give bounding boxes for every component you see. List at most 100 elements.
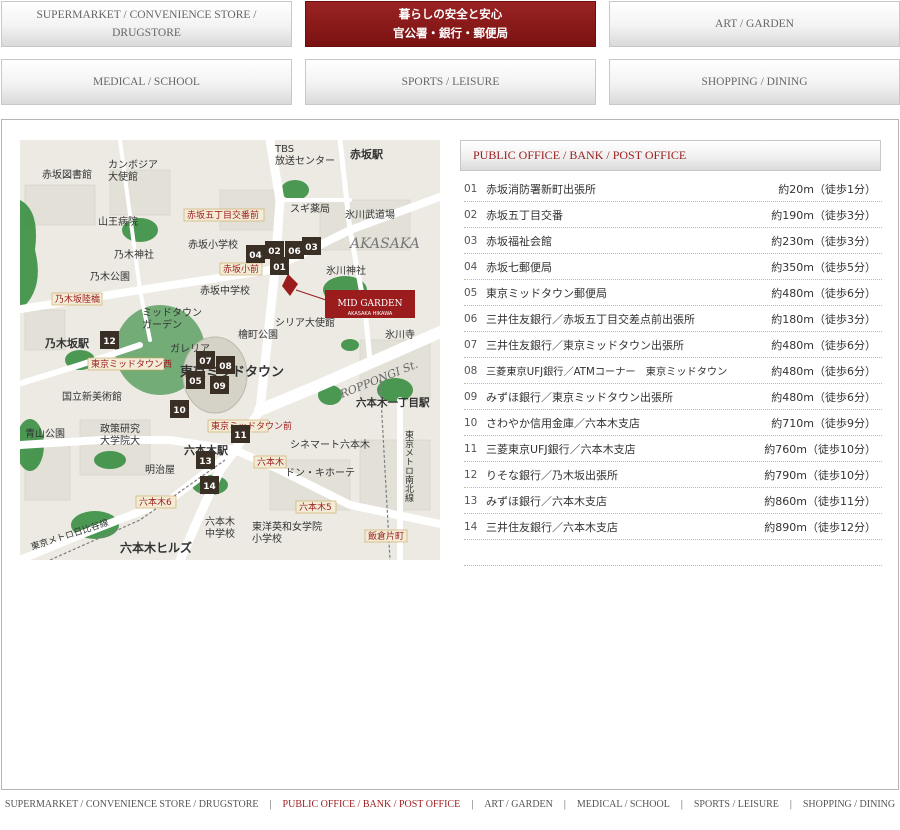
svg-text:12: 12 [103, 337, 116, 347]
label-midtown-garden-2: ガーデン [142, 318, 182, 331]
label-akasaka-en: AKASAKA [348, 236, 420, 252]
sign-roppongi: 六本木 [257, 456, 284, 468]
svg-text:13: 13 [199, 457, 212, 467]
tab-sports-leisure[interactable]: SPORTS / LEISURE [305, 59, 596, 105]
sign-nogizaka-rikkyo: 乃木坂陸橋 [55, 293, 100, 305]
item-distance: 約860m（徒歩11分） [764, 494, 876, 508]
item-name: さわやか信用金庫／六本木支店 [486, 416, 640, 430]
label-hikawa-shrine: 氷川神社 [326, 264, 366, 277]
sign-akasaka-elem-mae: 赤坂小前 [223, 263, 259, 275]
sign-roppongi5: 六本木5 [299, 501, 332, 513]
svg-text:10: 10 [173, 406, 186, 416]
label-tbs-2: 放送センター [275, 154, 335, 167]
svg-text:06: 06 [288, 247, 301, 257]
item-distance: 約190m（徒歩3分） [771, 208, 876, 222]
item-number: 02 [464, 208, 478, 221]
map-marker-02: 02 [265, 241, 284, 259]
mid-garden-title: MID GARDEN [338, 299, 403, 309]
tab-supermarket[interactable]: SUPERMARKET / CONVENIENCE STORE / DRUGST… [1, 1, 292, 47]
svg-text:05: 05 [189, 377, 202, 387]
item-name: 赤坂七郵便局 [486, 260, 552, 274]
map-svg: 赤坂図書館 カンボジア 大使館 TBS 放送センター 赤坂駅 山王病院 スギ薬局… [20, 140, 440, 560]
label-hinokicho: 檜町公園 [238, 328, 278, 341]
label-national-art: 国立新美術館 [62, 390, 122, 403]
sign-iikuracho: 飯倉片町 [368, 530, 404, 542]
item-name: みずほ銀行／東京ミッドタウン出張所 [486, 390, 673, 404]
item-number: 08 [464, 364, 478, 377]
list-item: 05 東京ミッドタウン郵便局 約480m（徒歩6分） [464, 280, 882, 306]
item-distance: 約760m（徒歩10分） [764, 442, 876, 456]
facility-list: 01 赤坂消防署新町出張所 約20m（徒歩1分） 02 赤坂五丁目交番 約190m（徒歩… [464, 176, 882, 566]
list-item: 03 赤坂福祉会館 約230m（徒歩3分） [464, 228, 882, 254]
item-number: 07 [464, 338, 478, 351]
map-marker-10: 10 [170, 400, 189, 418]
footer-link-supermarket[interactable]: SUPERMARKET / CONVENIENCE STORE / DRUGST… [5, 799, 259, 810]
svg-text:01: 01 [273, 263, 286, 273]
list-item: 10 さわやか信用金庫／六本木支店 約710m（徒歩9分） [464, 410, 882, 436]
item-number: 01 [464, 182, 478, 195]
item-number: 11 [464, 442, 478, 455]
item-number: 06 [464, 312, 478, 325]
item-name: 三菱東京UFJ銀行／六本木支店 [486, 442, 636, 456]
label-namboku: 東京メトロ南北線 [403, 429, 414, 502]
map-marker-11: 11 [231, 425, 250, 443]
list-item: 06 三井住友銀行／赤坂五丁目交差点前出張所 約180m（徒歩3分） [464, 306, 882, 332]
list-item: 02 赤坂五丁目交番 約190m（徒歩3分） [464, 202, 882, 228]
svg-text:03: 03 [305, 243, 318, 253]
item-distance: 約480m（徒歩6分） [771, 364, 876, 378]
item-number: 12 [464, 468, 478, 481]
label-tbs: TBS [274, 144, 294, 155]
item-number: 13 [464, 494, 478, 507]
item-number: 05 [464, 286, 478, 299]
label-nogi-park: 乃木公園 [90, 271, 130, 283]
label-roppongi-jhs: 六本木 [205, 515, 235, 528]
label-sugi: スギ薬局 [290, 203, 330, 215]
footer-link-shopping-dining[interactable]: SHOPPING / DINING [803, 799, 895, 810]
sign-roppongi6: 六本木6 [139, 496, 172, 508]
item-distance: 約480m（徒歩6分） [771, 286, 876, 300]
content-panel: 赤坂図書館 カンボジア 大使館 TBS 放送センター 赤坂駅 山王病院 スギ薬局… [1, 119, 899, 790]
tab-shopping-dining[interactable]: SHOPPING / DINING [609, 59, 900, 105]
svg-text:02: 02 [268, 247, 281, 257]
item-number: 09 [464, 390, 478, 403]
item-distance: 約890m（徒歩12分） [764, 520, 876, 534]
item-name: 赤坂五丁目交番 [486, 208, 563, 222]
sign-midtown-nishi: 東京ミッドタウン西 [91, 358, 172, 370]
label-midtown-garden: ミッドタウン [142, 307, 202, 319]
item-distance: 約710m（徒歩9分） [771, 416, 876, 430]
item-number: 04 [464, 260, 478, 273]
label-cinemart: シネマート六本木 [290, 438, 370, 451]
tab-art-garden[interactable]: ART / GARDEN [609, 1, 900, 47]
item-name: 三井住友銀行／六本木支店 [486, 520, 618, 534]
list-item: 09 みずほ銀行／東京ミッドタウン出張所 約480m（徒歩6分） [464, 384, 882, 410]
item-name: みずほ銀行／六本木支店 [486, 494, 607, 508]
footer-link-art-garden[interactable]: ART / GARDEN [484, 799, 553, 810]
tab-public-office-active[interactable]: 暮らしの安全と安心 官公署・銀行・郵便局 [305, 1, 596, 47]
map-marker-08: 08 [216, 356, 235, 374]
list-item: 13 みずほ銀行／六本木支店 約860m（徒歩11分） [464, 488, 882, 514]
item-name: りそな銀行／乃木坂出張所 [486, 468, 618, 482]
item-distance: 約230m（徒歩3分） [771, 234, 876, 248]
label-akasaka-library: 赤坂図書館 [42, 168, 92, 181]
map-marker-04: 04 [246, 245, 265, 263]
label-donki: ドン・キホーテ [285, 467, 355, 479]
item-name: 三菱東京UFJ銀行／ATMコーナー 東京ミッドタウン [486, 367, 728, 378]
footer-separator: | [269, 798, 272, 810]
item-name: 東京ミッドタウン郵便局 [486, 286, 607, 300]
footer-separator: | [680, 798, 683, 810]
tab-medical-school[interactable]: MEDICAL / SCHOOL [1, 59, 292, 105]
item-distance: 約480m（徒歩6分） [771, 390, 876, 404]
item-distance: 約350m（徒歩5分） [771, 260, 876, 274]
map-marker-06: 06 [285, 241, 304, 259]
map-marker-14: 14 [200, 476, 219, 494]
footer-link-public-office[interactable]: PUBLIC OFFICE / BANK / POST OFFICE [283, 799, 461, 810]
list-item: 12 りそな銀行／乃木坂出張所 約790m（徒歩10分） [464, 462, 882, 488]
footer-link-sports-leisure[interactable]: SPORTS / LEISURE [694, 799, 779, 810]
tab-label-jp-2: 官公署・銀行・郵便局 [393, 26, 508, 40]
footer-nav: SUPERMARKET / CONVENIENCE STORE / DRUGST… [0, 795, 900, 813]
footer-link-medical-school[interactable]: MEDICAL / SCHOOL [577, 799, 670, 810]
sign-midtown-mae: 東京ミッドタウン前 [211, 420, 292, 432]
list-item: 08 三菱東京UFJ銀行／ATMコーナー 東京ミッドタウン 約480m（徒歩6分） [464, 358, 882, 384]
svg-text:07: 07 [199, 357, 212, 367]
map-marker-13: 13 [196, 451, 215, 469]
